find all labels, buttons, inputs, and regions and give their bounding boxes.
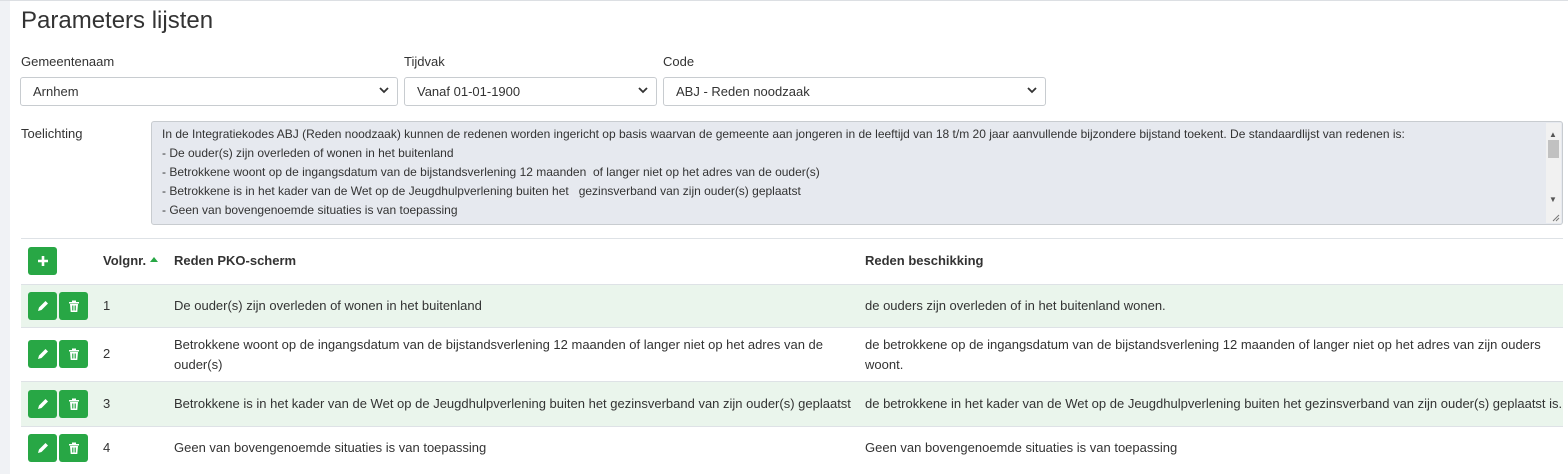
toelichting-label: Toelichting xyxy=(21,126,83,141)
column-header-reden-beschikking[interactable]: Reden beschikking xyxy=(865,251,983,271)
toelichting-line: In de Integratiekodes ABJ (Reden noodzaa… xyxy=(162,127,1405,141)
toelichting-line: - Geen van bovengenoemde situaties is va… xyxy=(162,203,458,217)
chevron-down-icon xyxy=(1027,87,1037,94)
cell-reden-beschikking: de betrokkene op de ingangsdatum van de … xyxy=(865,335,1541,375)
tijdvak-select[interactable]: Vanaf 01-01-1900 xyxy=(404,77,657,106)
trash-icon xyxy=(68,300,79,312)
gemeente-label: Gemeentenaam xyxy=(21,54,115,69)
gemeente-value: Arnhem xyxy=(33,84,79,99)
sort-asc-icon xyxy=(150,257,159,263)
table-row: 3 Betrokkene is in het kader van de Wet … xyxy=(21,381,1563,426)
cell-volgnr: 3 xyxy=(103,396,111,411)
toelichting-textarea[interactable]: In de Integratiekodes ABJ (Reden noodzaa… xyxy=(151,121,1563,225)
edit-button[interactable] xyxy=(28,292,57,320)
toelichting-line: - Betrokkene is in het kader van de Wet … xyxy=(162,184,801,198)
toelichting-line: - De ouder(s) zijn overleden of wonen in… xyxy=(162,146,454,160)
cell-line: woont. xyxy=(865,357,904,372)
delete-button[interactable] xyxy=(59,340,88,368)
column-header-reden-pko[interactable]: Reden PKO-scherm xyxy=(174,251,296,271)
cell-reden-pko: Betrokkene is in het kader van de Wet op… xyxy=(174,396,851,411)
trash-icon xyxy=(68,442,79,454)
edit-button[interactable] xyxy=(28,390,57,418)
code-select[interactable]: ABJ - Reden noodzaak xyxy=(663,77,1046,106)
tijdvak-value: Vanaf 01-01-1900 xyxy=(417,84,521,99)
cell-reden-pko: De ouder(s) zijn overleden of wonen in h… xyxy=(174,298,482,313)
resize-handle-icon[interactable] xyxy=(1550,212,1560,222)
code-value: ABJ - Reden noodzaak xyxy=(676,84,810,99)
trash-icon xyxy=(68,398,79,410)
column-header-volgnr[interactable]: Volgnr. xyxy=(103,251,159,271)
cell-reden-beschikking: de ouders zijn overleden of in het buite… xyxy=(865,298,1166,313)
scrollbar-thumb[interactable] xyxy=(1548,140,1559,158)
delete-button[interactable] xyxy=(59,390,88,418)
plus-icon xyxy=(37,256,48,266)
gemeente-select[interactable]: Arnhem xyxy=(20,77,398,106)
cell-reden-pko: Geen van bovengenoemde situaties is van … xyxy=(174,440,487,455)
pencil-icon xyxy=(37,399,48,409)
cell-reden-pko: Betrokkene woont op de ingangsdatum van … xyxy=(174,335,823,375)
pencil-icon xyxy=(37,443,48,453)
cell-volgnr: 4 xyxy=(103,440,111,455)
toelichting-line: - Betrokkene woont op de ingangsdatum va… xyxy=(162,165,820,179)
tijdvak-label: Tijdvak xyxy=(404,54,445,69)
pencil-icon xyxy=(37,301,48,311)
top-divider xyxy=(0,0,1568,1)
textarea-scrollbar[interactable]: ▲ ▼ xyxy=(1546,123,1561,223)
page-title: Parameters lijsten xyxy=(21,7,214,34)
scroll-down-icon[interactable]: ▼ xyxy=(1549,190,1557,209)
cell-line: de betrokkene op de ingangsdatum van de … xyxy=(865,337,1541,352)
cell-line: ouder(s) xyxy=(174,357,223,372)
delete-button[interactable] xyxy=(59,292,88,320)
table-row: 4 Geen van bovengenoemde situaties is va… xyxy=(21,426,1563,474)
delete-button[interactable] xyxy=(59,434,88,462)
chevron-down-icon xyxy=(379,87,389,94)
cell-volgnr: 2 xyxy=(103,346,111,361)
cell-line: Betrokkene woont op de ingangsdatum van … xyxy=(174,337,824,352)
edit-button[interactable] xyxy=(28,434,57,462)
trash-icon xyxy=(68,348,79,360)
add-button[interactable] xyxy=(28,247,57,275)
table-row: 2 Betrokkene woont op de ingangsdatum va… xyxy=(21,327,1563,381)
column-header-volgnr-label: Volgnr. xyxy=(103,253,147,268)
cell-reden-beschikking: Geen van bovengenoemde situaties is van … xyxy=(865,440,1178,455)
cell-volgnr: 1 xyxy=(103,298,111,313)
pencil-icon xyxy=(37,349,48,359)
edit-button[interactable] xyxy=(28,340,57,368)
cell-reden-beschikking: de betrokkene in het kader van de Wet op… xyxy=(865,396,1563,411)
table-row: 1 De ouder(s) zijn overleden of wonen in… xyxy=(21,284,1563,327)
code-label: Code xyxy=(663,54,695,69)
page-gutter xyxy=(0,0,10,474)
chevron-down-icon xyxy=(638,87,648,94)
table-header-row: Volgnr. Reden PKO-scherm Reden beschikki… xyxy=(21,239,1563,284)
